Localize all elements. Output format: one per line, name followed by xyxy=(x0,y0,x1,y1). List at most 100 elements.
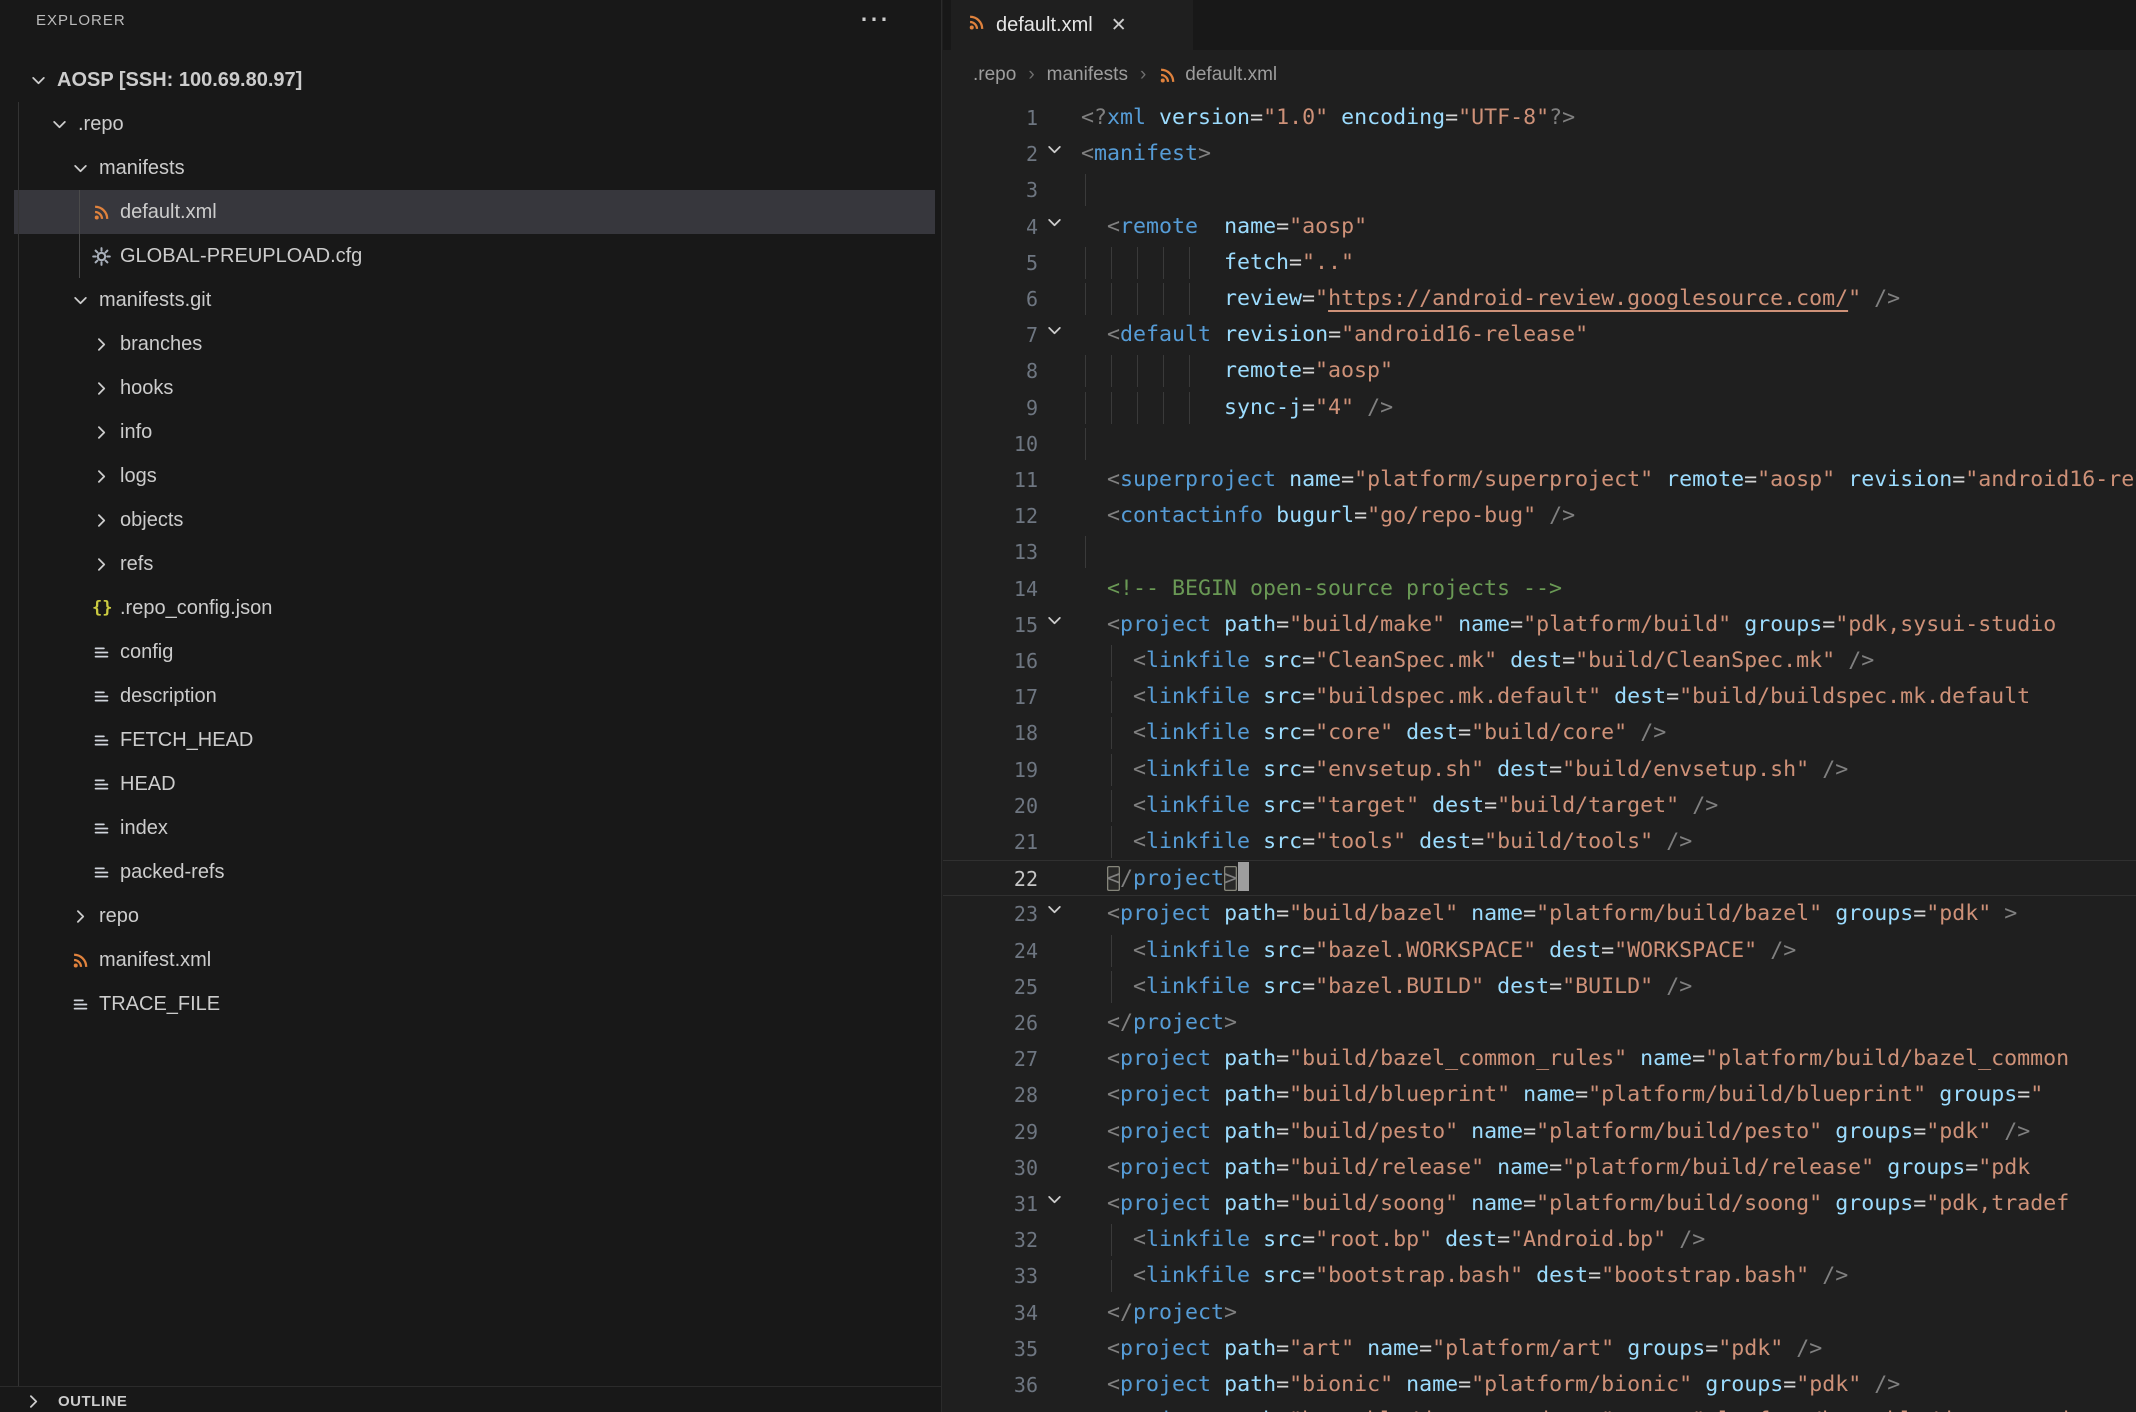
line-number[interactable]: 36 xyxy=(943,1367,1038,1403)
line-number[interactable]: 8 xyxy=(943,353,1038,389)
line-number[interactable]: 27 xyxy=(943,1041,1038,1077)
line-number[interactable]: 5 xyxy=(943,245,1038,281)
tree-item-index[interactable]: index xyxy=(14,806,935,850)
line-number[interactable]: 21 xyxy=(943,824,1038,860)
line-number[interactable]: 12 xyxy=(943,498,1038,534)
code-line-27[interactable]: 27 <project path="build/bazel_common_rul… xyxy=(943,1041,2136,1077)
code-line-18[interactable]: 18 <linkfile src="core" dest="build/core… xyxy=(943,715,2136,751)
code-line-31[interactable]: 31 <project path="build/soong" name="pla… xyxy=(943,1186,2136,1222)
code-line-7[interactable]: 7 <default revision="android16-release" xyxy=(943,317,2136,353)
line-number[interactable]: 14 xyxy=(943,571,1038,607)
code-line-33[interactable]: 33 <linkfile src="bootstrap.bash" dest="… xyxy=(943,1258,2136,1294)
code-line-32[interactable]: 32 <linkfile src="root.bp" dest="Android… xyxy=(943,1222,2136,1258)
tree-item-.repo[interactable]: .repo xyxy=(14,102,935,146)
line-number[interactable]: 15 xyxy=(943,607,1038,643)
code-line-28[interactable]: 28 <project path="build/blueprint" name=… xyxy=(943,1077,2136,1113)
code-line-14[interactable]: 14 <!-- BEGIN open-source projects --> xyxy=(943,571,2136,607)
line-number[interactable]: 4 xyxy=(943,209,1038,245)
fold-chevron-down-icon[interactable] xyxy=(1045,1190,1075,1209)
code-line-10[interactable]: 10 xyxy=(943,426,2136,462)
tree-item-repo[interactable]: repo xyxy=(14,894,935,938)
tree-item-fetch-head[interactable]: FETCH_HEAD xyxy=(14,718,935,762)
tree-item-manifest.xml[interactable]: manifest.xml xyxy=(14,938,935,982)
line-number[interactable]: 29 xyxy=(943,1114,1038,1150)
code-line-2[interactable]: 2<manifest> xyxy=(943,136,2136,172)
tree-item-head[interactable]: HEAD xyxy=(14,762,935,806)
line-number[interactable]: 26 xyxy=(943,1005,1038,1041)
tree-item-manifests[interactable]: manifests xyxy=(14,146,935,190)
tree-item-logs[interactable]: logs xyxy=(14,454,935,498)
line-number[interactable]: 6 xyxy=(943,281,1038,317)
line-number[interactable]: 32 xyxy=(943,1222,1038,1258)
code-line-34[interactable]: 34 </project> xyxy=(943,1295,2136,1331)
code-area[interactable]: 1<?xml version="1.0" encoding="UTF-8"?>2… xyxy=(943,0,2136,1412)
line-number[interactable]: 16 xyxy=(943,643,1038,679)
line-number[interactable]: 28 xyxy=(943,1077,1038,1113)
code-line-26[interactable]: 26 </project> xyxy=(943,1005,2136,1041)
code-line-11[interactable]: 11 <superproject name="platform/superpro… xyxy=(943,462,2136,498)
code-line-30[interactable]: 30 <project path="build/release" name="p… xyxy=(943,1150,2136,1186)
line-number[interactable]: 17 xyxy=(943,679,1038,715)
code-line-17[interactable]: 17 <linkfile src="buildspec.mk.default" … xyxy=(943,679,2136,715)
tree-item-packed-refs[interactable]: packed-refs xyxy=(14,850,935,894)
tree-item-refs[interactable]: refs xyxy=(14,542,935,586)
tree-item-aosp-ssh-100.69.80.97-[interactable]: AOSP [SSH: 100.69.80.97] xyxy=(14,58,935,102)
line-number[interactable]: 2 xyxy=(943,136,1038,172)
line-number[interactable]: 30 xyxy=(943,1150,1038,1186)
code-line-16[interactable]: 16 <linkfile src="CleanSpec.mk" dest="bu… xyxy=(943,643,2136,679)
tree-item-branches[interactable]: branches xyxy=(14,322,935,366)
line-number[interactable]: 9 xyxy=(943,390,1038,426)
line-number[interactable]: 19 xyxy=(943,752,1038,788)
line-number[interactable]: 1 xyxy=(943,100,1038,136)
line-number[interactable]: 37 xyxy=(943,1403,1038,1412)
code-line-5[interactable]: 5 fetch=".." xyxy=(943,245,2136,281)
code-line-20[interactable]: 20 <linkfile src="target" dest="build/ta… xyxy=(943,788,2136,824)
line-number[interactable]: 13 xyxy=(943,534,1038,570)
line-number[interactable]: 31 xyxy=(943,1186,1038,1222)
line-number[interactable]: 33 xyxy=(943,1258,1038,1294)
line-number[interactable]: 11 xyxy=(943,462,1038,498)
fold-chevron-down-icon[interactable] xyxy=(1045,140,1075,159)
code-line-9[interactable]: 9 sync-j="4" /> xyxy=(943,390,2136,426)
code-line-12[interactable]: 12 <contactinfo bugurl="go/repo-bug" /> xyxy=(943,498,2136,534)
code-line-3[interactable]: 3 xyxy=(943,172,2136,208)
line-number[interactable]: 18 xyxy=(943,715,1038,751)
line-number[interactable]: 24 xyxy=(943,933,1038,969)
tree-item-default.xml[interactable]: default.xml xyxy=(14,190,935,234)
line-number[interactable]: 25 xyxy=(943,969,1038,1005)
fold-chevron-down-icon[interactable] xyxy=(1045,900,1075,919)
tree-item-info[interactable]: info xyxy=(14,410,935,454)
fold-chevron-down-icon[interactable] xyxy=(1045,611,1075,630)
code-line-21[interactable]: 21 <linkfile src="tools" dest="build/too… xyxy=(943,824,2136,860)
code-line-15[interactable]: 15 <project path="build/make" name="plat… xyxy=(943,607,2136,643)
tree-item-manifests.git[interactable]: manifests.git xyxy=(14,278,935,322)
line-number[interactable]: 3 xyxy=(943,172,1038,208)
code-line-6[interactable]: 6 review="https://android-review.googles… xyxy=(943,281,2136,317)
tree-item-hooks[interactable]: hooks xyxy=(14,366,935,410)
code-line-37[interactable]: 37 <project path="bootable/deprecated-ot… xyxy=(943,1403,2136,1412)
line-number[interactable]: 35 xyxy=(943,1331,1038,1367)
tree-item-description[interactable]: description xyxy=(14,674,935,718)
code-line-35[interactable]: 35 <project path="art" name="platform/ar… xyxy=(943,1331,2136,1367)
tree-item-.repo-config.json[interactable]: {}.repo_config.json xyxy=(14,586,935,630)
code-line-29[interactable]: 29 <project path="build/pesto" name="pla… xyxy=(943,1114,2136,1150)
tree-item-trace-file[interactable]: TRACE_FILE xyxy=(14,982,935,1026)
line-number[interactable]: 23 xyxy=(943,896,1038,932)
fold-chevron-down-icon[interactable] xyxy=(1045,213,1075,232)
fold-chevron-down-icon[interactable] xyxy=(1045,321,1075,340)
tree-item-objects[interactable]: objects xyxy=(14,498,935,542)
code-line-36[interactable]: 36 <project path="bionic" name="platform… xyxy=(943,1367,2136,1403)
code-line-23[interactable]: 23 <project path="build/bazel" name="pla… xyxy=(943,896,2136,932)
line-number[interactable]: 20 xyxy=(943,788,1038,824)
tree-item-global-preupload.cfg[interactable]: GLOBAL-PREUPLOAD.cfg xyxy=(14,234,935,278)
line-number[interactable]: 7 xyxy=(943,317,1038,353)
tree-item-config[interactable]: config xyxy=(14,630,935,674)
line-number[interactable]: 34 xyxy=(943,1295,1038,1331)
code-line-19[interactable]: 19 <linkfile src="envsetup.sh" dest="bui… xyxy=(943,752,2136,788)
code-line-1[interactable]: 1<?xml version="1.0" encoding="UTF-8"?> xyxy=(943,100,2136,136)
line-number[interactable]: 22 xyxy=(943,861,1038,897)
code-line-22[interactable]: 22 </project> xyxy=(943,860,2136,896)
code-line-25[interactable]: 25 <linkfile src="bazel.BUILD" dest="BUI… xyxy=(943,969,2136,1005)
line-number[interactable]: 10 xyxy=(943,426,1038,462)
outline-section-header[interactable]: OUTLINE xyxy=(0,1390,942,1412)
